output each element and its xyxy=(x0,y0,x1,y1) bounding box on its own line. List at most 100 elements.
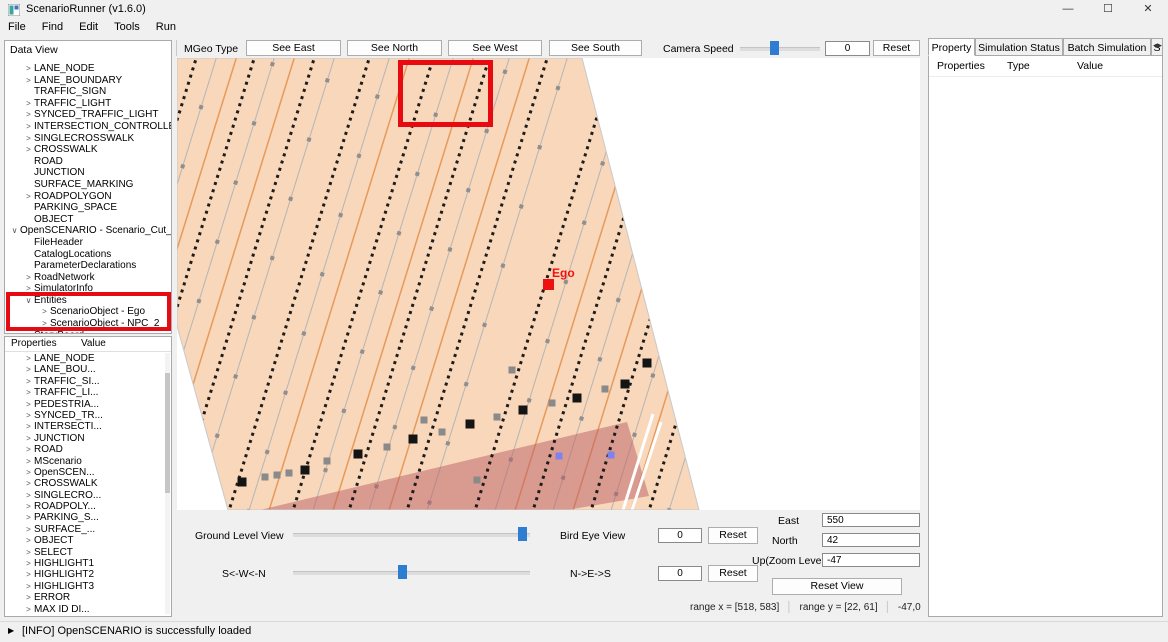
nes-reset-button[interactable]: Reset xyxy=(708,565,758,582)
tree-item[interactable]: >MScenario xyxy=(5,456,171,467)
close-button[interactable]: ✕ xyxy=(1128,0,1168,20)
tree-item[interactable]: ParameterDeclarations xyxy=(5,260,171,272)
tree-item[interactable]: >ROAD xyxy=(5,444,171,455)
expander-icon[interactable]: > xyxy=(23,364,34,375)
tree-item[interactable]: >CROSSWALK xyxy=(5,478,171,489)
reset-view-button[interactable]: Reset View xyxy=(772,578,902,595)
expander-icon[interactable]: > xyxy=(23,558,34,569)
tree-item[interactable]: >TRAFFIC_LI... xyxy=(5,387,171,398)
expander-icon[interactable]: > xyxy=(23,421,34,432)
tree-item[interactable]: >CROSSWALK xyxy=(5,144,171,156)
camera-speed-reset-button[interactable]: Reset xyxy=(873,40,920,56)
tree-item[interactable]: >LANE_BOU... xyxy=(5,364,171,375)
tree-item[interactable]: >ROADPOLY... xyxy=(5,501,171,512)
tab-batch-simulation[interactable]: Batch Simulation xyxy=(1063,38,1151,56)
see-north-button[interactable]: See North xyxy=(347,40,442,56)
tab-property[interactable]: Property xyxy=(928,38,975,56)
tree-item[interactable]: JUNCTION xyxy=(5,167,171,179)
tree-item[interactable]: >HIGHLIGHT2 xyxy=(5,569,171,580)
expander-icon[interactable]: > xyxy=(23,272,34,284)
tab-scroll-right-icon[interactable]: ▸ xyxy=(1158,40,1163,50)
expander-icon[interactable]: > xyxy=(23,144,34,156)
expander-icon[interactable]: > xyxy=(23,376,34,387)
expander-icon[interactable]: > xyxy=(23,433,34,444)
tree-item[interactable]: OBJECT xyxy=(5,214,171,226)
see-west-button[interactable]: See West xyxy=(448,40,542,56)
nes-value[interactable]: 0 xyxy=(658,566,702,581)
expander-icon[interactable]: > xyxy=(23,569,34,580)
swn-slider[interactable] xyxy=(293,565,530,579)
expander-icon[interactable]: > xyxy=(23,524,34,535)
maximize-button[interactable]: ☐ xyxy=(1088,0,1128,20)
expander-icon[interactable]: > xyxy=(23,410,34,421)
ego-marker[interactable] xyxy=(543,279,554,290)
slider-track[interactable] xyxy=(293,571,530,575)
slider-track[interactable] xyxy=(293,533,530,537)
ground-level-slider[interactable] xyxy=(293,527,530,541)
tree-item[interactable]: >TRAFFIC_LIGHT xyxy=(5,98,171,110)
slider-handle[interactable] xyxy=(398,565,407,579)
expander-icon[interactable]: > xyxy=(23,581,34,592)
tree-item[interactable]: SURFACE_MARKING xyxy=(5,179,171,191)
expander-icon[interactable]: > xyxy=(23,399,34,410)
expander-icon[interactable]: > xyxy=(23,512,34,523)
tree-item[interactable]: >JUNCTION xyxy=(5,433,171,444)
tree-item[interactable]: >LANE_NODE xyxy=(5,63,171,75)
tree-item[interactable]: >ERROR xyxy=(5,592,171,603)
expander-icon[interactable]: > xyxy=(23,501,34,512)
map-canvas[interactable]: Ego xyxy=(177,58,920,510)
expander-icon[interactable]: > xyxy=(23,98,34,110)
expander-icon[interactable]: > xyxy=(23,490,34,501)
tree-item[interactable]: >TRAFFIC_SI... xyxy=(5,376,171,387)
expander-icon[interactable]: > xyxy=(23,456,34,467)
status-expand-icon[interactable]: ▶ xyxy=(8,626,14,635)
tree-item[interactable]: >SINGLECROSSWALK xyxy=(5,133,171,145)
tree-item[interactable]: ROAD xyxy=(5,156,171,168)
expander-icon[interactable]: > xyxy=(23,592,34,603)
menu-item[interactable]: File xyxy=(0,20,34,37)
expander-icon[interactable]: > xyxy=(23,444,34,455)
tree-item[interactable]: >MAX ID DI... xyxy=(5,604,171,615)
see-south-button[interactable]: See South xyxy=(549,40,642,56)
north-input[interactable]: 42 xyxy=(822,533,920,547)
tree-item[interactable]: >PEDESTRIA... xyxy=(5,399,171,410)
camera-speed-value[interactable]: 0 xyxy=(825,41,870,56)
tree-item[interactable]: >ROADPOLYGON xyxy=(5,191,171,203)
minimize-button[interactable]: — xyxy=(1048,0,1088,20)
camera-speed-slider[interactable] xyxy=(740,41,820,55)
slider-handle[interactable] xyxy=(770,41,779,55)
see-east-button[interactable]: See East xyxy=(246,40,341,56)
up-zoom-input[interactable]: -47 xyxy=(822,553,920,567)
expander-icon[interactable]: > xyxy=(23,121,34,133)
expander-icon[interactable]: ∨ xyxy=(9,225,20,237)
tree-item[interactable]: >SYNCED_TR... xyxy=(5,410,171,421)
expander-icon[interactable]: > xyxy=(23,547,34,558)
tree-item[interactable]: FileHeader xyxy=(5,237,171,249)
slider-track[interactable] xyxy=(740,47,820,51)
expander-icon[interactable]: > xyxy=(23,63,34,75)
scrollbar-thumb[interactable] xyxy=(165,373,170,493)
tree-item[interactable]: ∨OpenSCENARIO - Scenario_Cut_In_1 xyxy=(5,225,171,237)
expander-icon[interactable]: > xyxy=(23,353,34,364)
menu-item[interactable]: Tools xyxy=(106,20,148,37)
expander-icon[interactable]: > xyxy=(23,133,34,145)
scrollbar[interactable] xyxy=(165,353,170,614)
bird-eye-reset-button[interactable]: Reset xyxy=(708,527,758,544)
tree-item[interactable]: >SURFACE_... xyxy=(5,524,171,535)
expander-icon[interactable]: > xyxy=(23,467,34,478)
menu-item[interactable]: Find xyxy=(34,20,71,37)
expander-icon[interactable]: > xyxy=(23,109,34,121)
expander-icon[interactable]: > xyxy=(23,604,34,615)
tree-item[interactable]: >HIGHLIGHT3 xyxy=(5,581,171,592)
slider-handle[interactable] xyxy=(518,527,527,541)
tree-item[interactable]: TRAFFIC_SIGN xyxy=(5,86,171,98)
tree-item[interactable]: >RoadNetwork xyxy=(5,272,171,284)
tree-item[interactable]: CatalogLocations xyxy=(5,249,171,261)
expander-icon[interactable]: > xyxy=(23,191,34,203)
bird-eye-view-value[interactable]: 0 xyxy=(658,528,702,543)
expander-icon[interactable]: > xyxy=(23,478,34,489)
tree-item[interactable]: >OpenSCEN... xyxy=(5,467,171,478)
tab-simulation-status[interactable]: Simulation Status xyxy=(975,38,1063,56)
tree-item[interactable]: >INTERSECTI... xyxy=(5,421,171,432)
tree-item[interactable]: >SELECT xyxy=(5,547,171,558)
